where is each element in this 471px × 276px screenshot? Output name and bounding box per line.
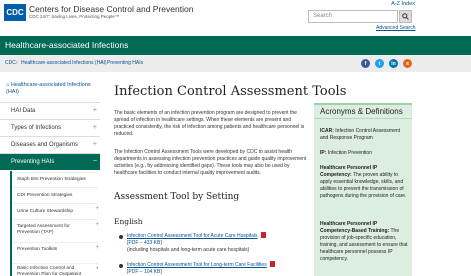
linkedin-icon[interactable]: in — [389, 59, 398, 68]
sidebar-subitem[interactable]: Staph BSI Prevention Strategies — [12, 172, 98, 186]
breadcrumb-item[interactable]: CDC — [5, 60, 16, 66]
expand-icon[interactable]: + — [93, 107, 97, 114]
file-meta: [PDF – 433 KB] — [127, 240, 162, 246]
tool-item: Infection Control Assessment Tool for Ac… — [127, 232, 307, 254]
tool-note: (including hospitals and long-term acute… — [127, 247, 250, 253]
syndicate-icon[interactable]: s — [403, 59, 412, 68]
expand-icon[interactable]: + — [93, 141, 97, 148]
expand-icon[interactable]: + — [93, 124, 97, 131]
intro-paragraph: The basic elements of an infection preve… — [114, 110, 305, 137]
banner-title[interactable]: Healthcare-associated Infections — [5, 40, 128, 50]
page-title: Infection Control Assessment Tools — [114, 84, 347, 99]
sidebar-home-link[interactable]: ⌂ Healthcare-associated Infections (HAI) — [6, 82, 98, 96]
acronyms-title: Acronyms & Definitions — [320, 107, 403, 116]
expand-icon[interactable]: + — [95, 206, 99, 212]
sidebar-subitem[interactable]: Targeted Assessment for Prevention (TAP)… — [12, 219, 99, 241]
twitter-icon[interactable]: t — [375, 59, 384, 68]
collapse-icon[interactable]: − — [93, 158, 97, 165]
sidebar-subitem[interactable]: Prevention Toolkits + — [12, 242, 99, 256]
breadcrumb-item[interactable]: Healthcare-associated Infections (HAI) — [21, 60, 107, 66]
sidebar-item-types-of-infections[interactable]: Types of Infections + — [0, 119, 100, 136]
org-name[interactable]: Centers for Disease Control and Preventi… — [29, 4, 193, 14]
tool-link[interactable]: Infection Control Assessment Tool for Ac… — [127, 233, 258, 239]
acronym-entry: Healthcare Personnel IP Competency-Based… — [320, 221, 408, 262]
expand-icon[interactable]: + — [95, 266, 98, 272]
expand-icon[interactable]: + — [95, 245, 99, 251]
advanced-search-link[interactable]: Advanced Search — [376, 25, 415, 31]
sidebar-subitem[interactable]: CDI Prevention Strategies — [12, 187, 98, 202]
tagline: CDC 24/7: Saving Lives, Protecting Peopl… — [29, 14, 120, 19]
acronym-entry: IP: Infection Prevention — [320, 150, 372, 156]
sidebar-item-preventing-hais[interactable]: Preventing HAIs − — [0, 153, 100, 170]
tool-item: Infection Control Assessment Tool for Lo… — [127, 261, 307, 276]
site-banner: Healthcare-associated Infections — [0, 36, 471, 55]
pdf-icon — [269, 261, 275, 267]
search-icon — [402, 13, 409, 20]
divider — [314, 118, 412, 119]
file-meta: [PDF – 104 KB] — [127, 269, 162, 275]
language-heading: English — [114, 217, 143, 226]
breadcrumb-item[interactable]: Preventing HAIs — [107, 60, 143, 66]
search-input[interactable]: Search — [308, 10, 398, 23]
sidebar-subitem[interactable]: Urine Culture Stewardship + — [12, 203, 99, 218]
breadcrumb: CDC › Healthcare-associated Infections (… — [0, 55, 471, 72]
cdc-logo[interactable]: CDC — [4, 4, 26, 21]
acronyms-box: ICAR: Infection Control Assessment and R… — [314, 103, 412, 276]
pdf-icon — [260, 232, 266, 238]
sidebar-item-hai-data[interactable]: HAI Data + — [0, 102, 100, 119]
acronym-entry: ICAR: Infection Control Assessment and R… — [320, 128, 401, 141]
bullet — [119, 235, 123, 239]
sidebar-item-diseases[interactable]: Diseases and Organisms + — [0, 136, 100, 153]
expand-icon[interactable]: + — [95, 222, 99, 228]
search-button[interactable] — [399, 10, 412, 23]
facebook-icon[interactable]: f — [361, 59, 370, 68]
acronym-entry: Healthcare Personnel IP Competency: The … — [320, 165, 407, 199]
bullet — [119, 264, 123, 268]
tool-link[interactable]: Infection Control Assessment Tool for Lo… — [127, 262, 267, 268]
intro-paragraph: The Infection Control Assessment Tools w… — [114, 149, 307, 176]
az-index-link[interactable]: A-Z Index — [391, 1, 415, 7]
site-header: CDC Centers for Disease Control and Prev… — [0, 0, 471, 36]
section-title: Assessment Tool by Setting — [114, 192, 240, 202]
sidebar-subitem[interactable]: Basic Infection Control and Prevention P… — [12, 263, 98, 276]
